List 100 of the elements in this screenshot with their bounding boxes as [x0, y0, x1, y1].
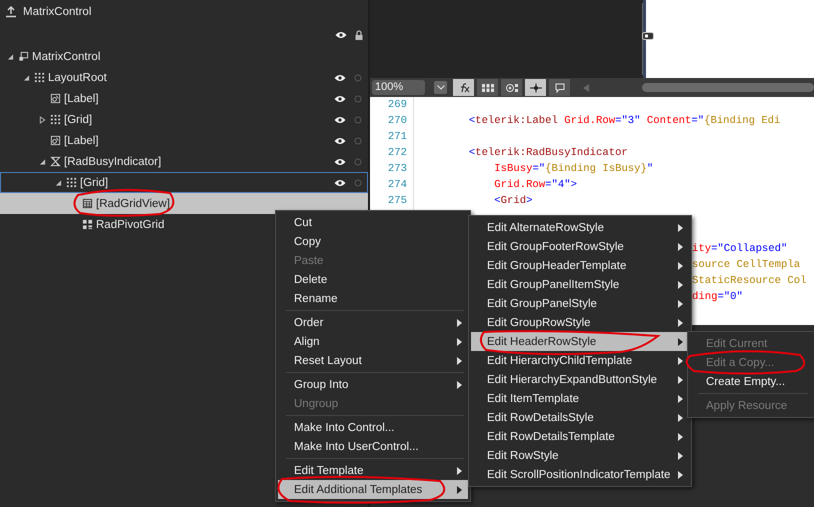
- lock-toggle-icon[interactable]: [354, 178, 362, 186]
- line-number: 273: [370, 161, 414, 177]
- eye-icon[interactable]: [334, 136, 346, 144]
- toolbar-button[interactable]: [501, 79, 522, 96]
- eye-icon[interactable]: [334, 116, 346, 124]
- menu-item[interactable]: Edit Template: [278, 461, 468, 480]
- menu-item[interactable]: Edit HierarchyExpandButtonStyle: [471, 370, 689, 389]
- code-line: IsBusy="{Binding IsBusy}": [493, 163, 654, 175]
- line-number: 271: [370, 129, 414, 145]
- tree-row[interactable]: [RadGridView]: [0, 193, 368, 214]
- caret-icon: [436, 85, 444, 90]
- line-number: 275: [370, 193, 414, 209]
- snap-icon: [504, 82, 518, 92]
- code-line: Grid.Row="4">: [493, 179, 577, 191]
- toolbar-button[interactable]: [525, 79, 546, 96]
- menu-item[interactable]: Rename: [278, 289, 468, 308]
- tree-item-label: [RadBusyIndicator]: [64, 156, 162, 168]
- menu-item[interactable]: Align: [278, 332, 468, 351]
- panel-title: MatrixControl: [23, 6, 92, 18]
- expanded-triangle-icon[interactable]: [54, 178, 62, 186]
- grid-icon: [50, 114, 61, 125]
- line-number: 269: [370, 97, 414, 113]
- lock-toggle-icon[interactable]: [354, 94, 362, 102]
- menu-item[interactable]: Edit GroupPanelItemStyle: [471, 275, 689, 294]
- line-number: 274: [370, 177, 414, 193]
- expanded-triangle-icon[interactable]: [6, 52, 14, 60]
- eye-icon[interactable]: [334, 94, 346, 102]
- menu-item[interactable]: Create Empty...: [690, 372, 812, 391]
- label-icon: [50, 93, 61, 104]
- tree-item-label: MatrixControl: [32, 50, 100, 62]
- eye-icon[interactable]: [334, 74, 346, 82]
- menu-item[interactable]: Edit GroupFooterRowStyle: [471, 237, 689, 256]
- grid-icon: [66, 177, 77, 188]
- code-line: source CellTempla: [692, 259, 800, 271]
- tree-item-label: [Label]: [64, 134, 99, 146]
- lock-toggle-icon[interactable]: [354, 158, 362, 166]
- toolbar-button[interactable]: [477, 79, 498, 96]
- lock-toggle-icon[interactable]: [354, 136, 362, 144]
- lock-icon[interactable]: [355, 30, 363, 40]
- scrollbar[interactable]: [642, 83, 814, 92]
- lock-toggle-icon[interactable]: [354, 74, 362, 82]
- menu-item[interactable]: Edit ItemTemplate: [471, 389, 689, 408]
- menu-item[interactable]: Edit RowDetailsStyle: [471, 408, 689, 427]
- menu-item[interactable]: Copy: [278, 232, 468, 251]
- grid-icon: [480, 82, 494, 92]
- crosshair-icon: [528, 82, 542, 92]
- expanded-triangle-icon[interactable]: [22, 74, 30, 82]
- menu-item[interactable]: Edit RowDetailsTemplate: [471, 427, 689, 446]
- menu-item[interactable]: Edit HierarchyChildTemplate: [471, 351, 689, 370]
- tree-row[interactable]: [Label]: [0, 130, 368, 151]
- collapsed-triangle-icon[interactable]: [38, 116, 46, 124]
- menu-item[interactable]: Edit ScrollPositionIndicatorTemplate: [471, 465, 689, 484]
- code-line: <telerik:RadBusyIndicator: [468, 147, 628, 159]
- menu-item[interactable]: Delete: [278, 270, 468, 289]
- menu-item[interactable]: Edit GroupRowStyle: [471, 313, 689, 332]
- tree-item-label: [Grid]: [64, 114, 92, 126]
- tree-item-label: [RadGridView]: [96, 198, 170, 210]
- resize-handle-icon[interactable]: [642, 32, 654, 40]
- code-line: ding="0": [692, 291, 743, 303]
- line-number: 270: [370, 113, 414, 129]
- tree-item-label: [Grid]: [80, 176, 108, 188]
- tree-row[interactable]: [Label]: [0, 88, 368, 109]
- dropdown-button[interactable]: [434, 81, 447, 94]
- line-number: 272: [370, 145, 414, 161]
- menu-item[interactable]: Edit RowStyle: [471, 446, 689, 465]
- code-line: StaticResource Col: [692, 275, 806, 287]
- tree-row[interactable]: MatrixControl: [0, 46, 368, 67]
- pivot-grid-icon: [82, 219, 93, 230]
- code-line: ity="Collapsed": [692, 243, 788, 255]
- menu-item[interactable]: Edit GroupPanelStyle: [471, 294, 689, 313]
- table-icon: [82, 198, 93, 209]
- tree-row[interactable]: LayoutRoot: [0, 67, 368, 88]
- tree-item-label: [Label]: [64, 92, 99, 104]
- eye-icon[interactable]: [335, 31, 347, 39]
- toolbar-button[interactable]: [453, 79, 474, 96]
- menu-item[interactable]: Make Into UserControl...: [278, 437, 468, 456]
- tree-row[interactable]: [RadBusyIndicator]: [0, 151, 368, 172]
- menu-item[interactable]: Edit HeaderRowStyle: [471, 332, 689, 351]
- menu-item[interactable]: Edit AlternateRowStyle: [471, 218, 689, 237]
- menu-item[interactable]: Cut: [278, 213, 468, 232]
- tree-row[interactable]: [Grid]: [0, 109, 368, 130]
- menu-item[interactable]: Reset Layout: [278, 351, 468, 370]
- eye-icon[interactable]: [334, 158, 346, 166]
- menu-item[interactable]: Edit GroupHeaderTemplate: [471, 256, 689, 275]
- tree-row[interactable]: [Grid]: [0, 172, 368, 193]
- upload-icon[interactable]: [5, 6, 17, 18]
- lock-toggle-icon[interactable]: [354, 116, 362, 124]
- toolbar-button[interactable]: [549, 79, 570, 96]
- label-icon: [50, 135, 61, 146]
- eye-icon[interactable]: [334, 178, 346, 186]
- code-line: <telerik:Label Grid.Row="3" Content="{Binding Edi: [468, 115, 780, 127]
- tree-item-label: LayoutRoot: [48, 72, 107, 84]
- menu-item[interactable]: Edit Additional Templates: [278, 480, 468, 499]
- menu-item[interactable]: Make Into Control...: [278, 418, 468, 437]
- expanded-triangle-icon[interactable]: [38, 158, 46, 166]
- code-line: <Grid>: [493, 195, 532, 207]
- user-control-icon: [18, 51, 29, 62]
- menu-item[interactable]: Order: [278, 313, 468, 332]
- menu-item[interactable]: Group Into: [278, 375, 468, 394]
- zoom-field[interactable]: 100%: [372, 80, 425, 95]
